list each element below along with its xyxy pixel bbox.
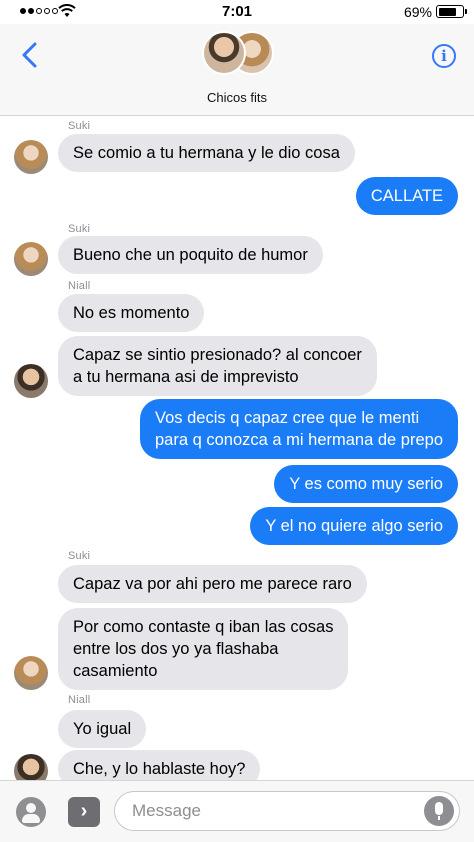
sender-name: Suki [68,223,91,235]
sender-name: Niall [68,694,91,706]
compose-bar: › Message [0,780,474,842]
status-time: 7:01 [221,3,253,20]
avatar [14,656,48,690]
message-input[interactable]: Message [114,791,460,831]
sender-name: Niall [68,280,91,292]
app-store-icon[interactable]: › [68,797,100,827]
incoming-message[interactable]: No es momento [58,294,205,332]
avatar [14,242,48,276]
sender-name: Suki [68,120,91,132]
status-bar: 7:01 69% [0,0,474,24]
incoming-message[interactable]: Capaz va por ahi pero me parece raro [58,565,367,603]
group-avatars[interactable] [200,30,276,76]
incoming-message[interactable]: Capaz se sintio presionado? al concoer a… [58,336,377,396]
microphone-icon[interactable] [424,796,454,826]
incoming-message[interactable]: Por como contaste q iban las cosas entre… [58,608,349,690]
battery-percentage: 69% [403,4,432,20]
outgoing-message[interactable]: Vos decis q capaz cree que le menti para… [139,399,458,459]
outgoing-message[interactable]: CALLATE [355,177,458,215]
outgoing-message[interactable]: Y el no quiere algo serio [250,507,458,545]
incoming-message[interactable]: Yo igual [58,710,147,748]
incoming-message[interactable]: Se comio a tu hermana y le dio cosa [58,134,355,172]
sender-name: Suki [68,550,91,562]
avatar [202,31,246,75]
conversation-header: Chicos fits i [0,24,474,116]
info-icon[interactable]: i [432,44,456,68]
camera-icon[interactable] [16,797,46,827]
avatar [14,140,48,174]
incoming-message[interactable]: Bueno che un poquito de humor [58,236,323,274]
chevron-left-icon[interactable] [20,42,40,68]
conversation-title[interactable]: Chicos fits [0,90,474,105]
avatar [14,364,48,398]
outgoing-message[interactable]: Y es como muy serio [274,465,458,503]
battery-icon [436,5,467,18]
